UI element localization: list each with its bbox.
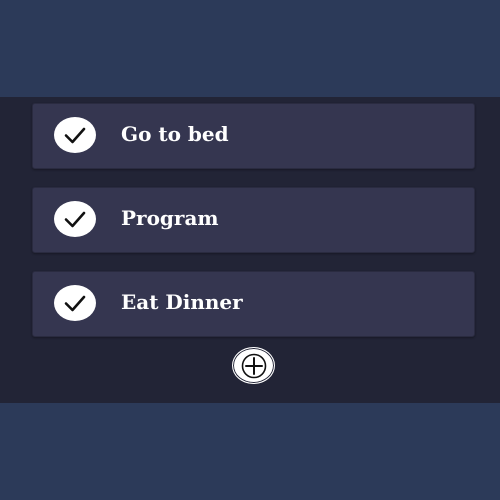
- plus-icon: [241, 353, 267, 379]
- task-item-program[interactable]: Program: [32, 187, 475, 253]
- task-item-go-to-bed[interactable]: Go to bed: [32, 103, 475, 169]
- check-icon[interactable]: [54, 201, 96, 237]
- task-label: Program: [121, 206, 219, 230]
- add-task-button[interactable]: [232, 347, 275, 384]
- task-label: Go to bed: [121, 122, 229, 146]
- task-item-eat-dinner[interactable]: Eat Dinner: [32, 271, 475, 337]
- check-icon[interactable]: [54, 285, 96, 321]
- task-label: Eat Dinner: [121, 290, 243, 314]
- check-icon[interactable]: [54, 117, 96, 153]
- task-list: Go to bed Program Eat Dinner: [32, 103, 475, 355]
- task-panel: Go to bed Program Eat Dinner: [0, 97, 500, 403]
